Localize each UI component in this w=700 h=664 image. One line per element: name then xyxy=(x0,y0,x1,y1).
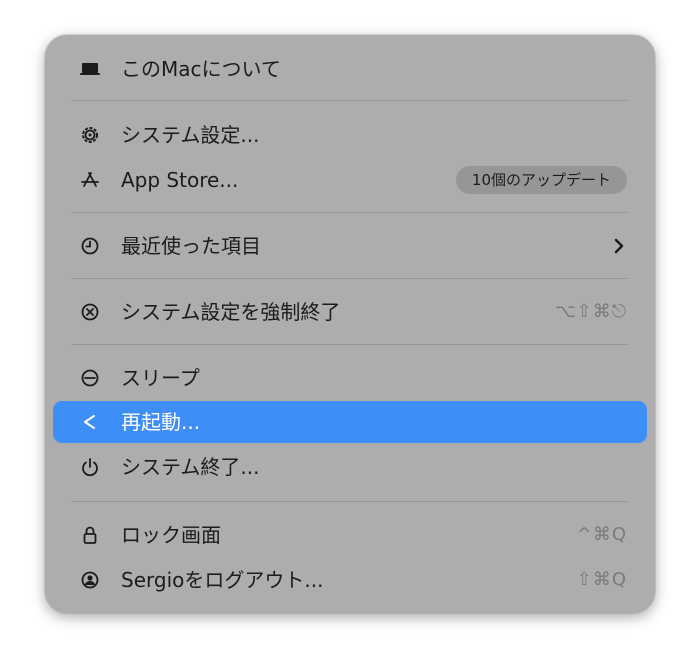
menu-item-label: 再起動... xyxy=(121,410,201,434)
menu-item-sleep[interactable]: スリープ xyxy=(53,357,647,399)
menu-item-label: システム設定を強制終了 xyxy=(121,300,341,324)
menu-item-shut-down[interactable]: システム終了... xyxy=(53,446,647,488)
menu-item-system-settings[interactable]: システム設定... xyxy=(53,114,647,156)
menu-item-lock-screen[interactable]: ロック画面 ^⌘Q xyxy=(53,514,647,556)
laptop-icon xyxy=(79,59,101,79)
menu-item-log-out[interactable]: Sergioをログアウト... ⇧⌘Q xyxy=(53,559,647,601)
sleep-icon xyxy=(79,368,101,388)
menu-separator xyxy=(71,212,627,213)
restart-icon xyxy=(79,412,101,432)
x-circle-icon xyxy=(79,302,101,322)
menu-item-label: ロック画面 xyxy=(121,523,221,547)
menu-separator xyxy=(71,344,627,345)
menu-item-app-store[interactable]: App Store... 10個のアップデート xyxy=(53,159,647,201)
lock-icon xyxy=(79,525,101,545)
menu-separator xyxy=(71,100,627,101)
menu-item-label: このMacについて xyxy=(121,57,281,81)
menu-item-label: 最近使った項目 xyxy=(121,234,261,258)
app-store-icon xyxy=(79,170,101,190)
menu-item-restart[interactable]: 再起動... xyxy=(53,401,647,443)
menu-item-label: App Store... xyxy=(121,168,239,192)
menu-item-force-quit[interactable]: システム設定を強制終了 ⌥⇧⌘⎋ xyxy=(53,291,647,333)
keyboard-shortcut: ⇧⌘Q xyxy=(576,569,627,590)
menu-item-label: システム設定... xyxy=(121,123,260,147)
menu-item-label: スリープ xyxy=(121,366,200,390)
menu-separator xyxy=(71,278,627,279)
user-icon xyxy=(79,570,101,590)
chevron-right-icon xyxy=(613,236,625,256)
updates-badge: 10個のアップデート xyxy=(455,166,627,194)
gear-icon xyxy=(79,125,101,145)
clock-icon xyxy=(79,236,101,256)
menu-item-recent-items[interactable]: 最近使った項目 xyxy=(53,225,647,267)
menu-item-about-this-mac[interactable]: このMacについて xyxy=(53,48,647,90)
menu-separator xyxy=(71,501,627,502)
menu-item-label: Sergioをログアウト... xyxy=(121,568,324,592)
menu-item-label: システム終了... xyxy=(121,455,260,479)
keyboard-shortcut: ⌥⇧⌘⎋ xyxy=(554,301,627,322)
apple-menu: このMacについて システム設定... App Store... 10個のアップ… xyxy=(45,35,655,613)
keyboard-shortcut: ^⌘Q xyxy=(576,524,627,545)
power-icon xyxy=(79,457,101,477)
